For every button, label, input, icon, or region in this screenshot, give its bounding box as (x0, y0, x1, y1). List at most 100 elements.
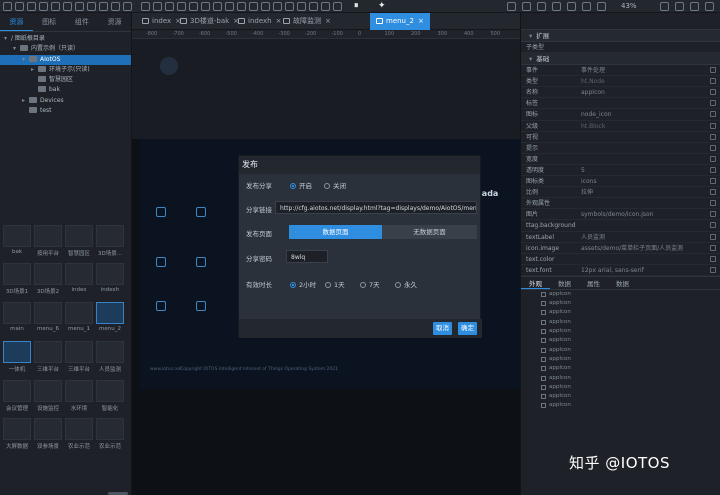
toolbar-tool-icon[interactable] (597, 2, 606, 11)
page-thumbnail[interactable] (96, 418, 124, 440)
duration-7d-radio[interactable]: 7天 (360, 279, 380, 289)
bind-icon[interactable] (710, 100, 716, 107)
data-page-button[interactable]: 数据页面 (289, 225, 382, 239)
toolbar-tool-icon[interactable] (261, 2, 270, 11)
toolbar-tool-icon[interactable] (567, 2, 576, 11)
bind-icon[interactable] (710, 67, 716, 74)
share-link-input[interactable]: http://cfg.aiotos.net/display.html?tag=d… (275, 201, 477, 214)
layer-item[interactable]: appIcon (521, 401, 720, 410)
toolbar-tool-icon[interactable] (582, 2, 591, 11)
toolbar-tool-icon[interactable] (213, 2, 222, 11)
toolbar-tool-icon[interactable] (177, 2, 186, 11)
toolbar-tool-icon[interactable] (237, 2, 246, 11)
page-thumbnail[interactable] (65, 225, 93, 247)
layer-item[interactable]: appIcon (521, 336, 720, 345)
page-thumbnail[interactable] (34, 302, 62, 324)
duration-forever-radio[interactable]: 永久 (395, 279, 417, 289)
toolbar-tool-icon[interactable] (123, 2, 132, 11)
layer-item[interactable]: appIcon (521, 364, 720, 373)
toolbar-tool-icon[interactable] (87, 2, 96, 11)
page-thumbnail[interactable] (34, 380, 62, 402)
layer-item[interactable]: appIcon (521, 374, 720, 383)
share-off-radio[interactable]: 关闭 (324, 180, 346, 190)
close-icon[interactable]: × (418, 17, 424, 25)
page-thumbnail[interactable] (65, 341, 93, 363)
cancel-button[interactable]: 取消 (433, 322, 452, 335)
toolbar-tool-icon[interactable] (507, 2, 516, 11)
page-thumbnail[interactable] (65, 302, 93, 324)
bind-icon[interactable] (710, 222, 716, 229)
left-tab[interactable]: 资源 (98, 13, 131, 31)
share-password-input[interactable]: 8wlq (286, 250, 328, 263)
page-thumbnail[interactable] (34, 263, 62, 285)
page-thumbnail[interactable] (65, 263, 93, 285)
toolbar-tool-icon[interactable] (51, 2, 60, 11)
toolbar-tool-icon[interactable] (297, 2, 306, 11)
page-thumbnail[interactable] (65, 418, 93, 440)
prop-value[interactable]: icons (581, 176, 703, 187)
bind-icon[interactable] (710, 89, 716, 96)
bind-icon[interactable] (710, 200, 716, 207)
toolbar-tool-icon[interactable] (522, 2, 531, 11)
bind-icon[interactable] (710, 122, 716, 129)
scene-node-icon[interactable] (156, 301, 166, 311)
prop-value[interactable]: node_icon (581, 109, 703, 120)
page-thumbnail[interactable] (34, 225, 62, 247)
bind-icon[interactable] (710, 144, 716, 151)
page-thumbnail[interactable] (96, 341, 124, 363)
preview-icon[interactable]: ✦ (378, 1, 386, 11)
bind-icon[interactable] (710, 111, 716, 118)
prop-value[interactable]: ht.Node (581, 76, 703, 87)
tree-item[interactable]: ▾ AIotOS (0, 54, 131, 65)
scene-node-icon[interactable] (196, 207, 206, 217)
bind-icon[interactable] (710, 78, 716, 85)
page-thumbnail[interactable] (96, 225, 124, 247)
toolbar-tool-icon[interactable] (3, 2, 12, 11)
tree-item[interactable]: ▾ / 图纸根目录 (0, 34, 131, 44)
toolbar-tool-icon[interactable] (39, 2, 48, 11)
share-on-radio[interactable]: 开启 (290, 180, 312, 190)
toolbar-tool-icon[interactable] (225, 2, 234, 11)
prop-value[interactable]: symbols/demo/icon.json (581, 209, 703, 220)
toolbar-tool-icon[interactable] (99, 2, 108, 11)
page-thumbnail[interactable] (96, 380, 124, 402)
toolbar-tool-icon[interactable] (552, 2, 561, 11)
bind-icon[interactable] (710, 211, 716, 218)
layer-item[interactable]: appIcon (521, 308, 720, 317)
page-thumbnail[interactable] (65, 380, 93, 402)
toolbar-tool-icon[interactable] (675, 2, 684, 11)
toolbar-tool-icon[interactable] (75, 2, 84, 11)
page-thumbnail[interactable] (3, 341, 31, 363)
toolbar-tool-icon[interactable] (141, 2, 150, 11)
toolbar-tool-icon[interactable] (249, 2, 258, 11)
toolbar-tool-icon[interactable] (537, 2, 546, 11)
prop-value[interactable]: assets/demo/菜单栏子页面/人员监测 (581, 243, 703, 254)
prop-value[interactable]: 12px arial, sans-serif (581, 265, 703, 276)
prop-value[interactable]: ht.Block (581, 121, 703, 132)
panel-tab[interactable]: 属性 (579, 277, 608, 289)
page-thumbnail[interactable] (34, 418, 62, 440)
layer-item[interactable]: appIcon (521, 392, 720, 401)
toolbar-tool-icon[interactable] (690, 2, 699, 11)
layer-item[interactable]: appIcon (521, 383, 720, 392)
scene-node-icon[interactable] (156, 257, 166, 267)
tree-item[interactable]: bak (0, 85, 131, 95)
bind-icon[interactable] (710, 133, 716, 140)
prop-value[interactable]: appIcon (581, 87, 703, 98)
page-thumbnail[interactable] (3, 418, 31, 440)
bind-icon[interactable] (710, 255, 716, 262)
panel-tab[interactable]: 数据 (608, 277, 637, 289)
document-tab[interactable]: 故障监测 × (277, 13, 337, 30)
layer-item[interactable]: appIcon (521, 346, 720, 355)
document-tab[interactable]: menu_2 × (370, 13, 430, 30)
toolbar-tool-icon[interactable] (660, 2, 669, 11)
toolbar-tool-icon[interactable] (15, 2, 24, 11)
pause-icon[interactable]: ⏸ (354, 1, 359, 11)
base-section-header[interactable]: ▾ 基础 (521, 53, 720, 66)
bind-icon[interactable] (710, 166, 716, 173)
bind-icon[interactable] (710, 266, 716, 273)
close-icon[interactable]: × (325, 17, 331, 25)
page-thumbnail[interactable] (96, 263, 124, 285)
layer-item[interactable]: appIcon (521, 318, 720, 327)
ok-button[interactable]: 确定 (458, 322, 477, 335)
